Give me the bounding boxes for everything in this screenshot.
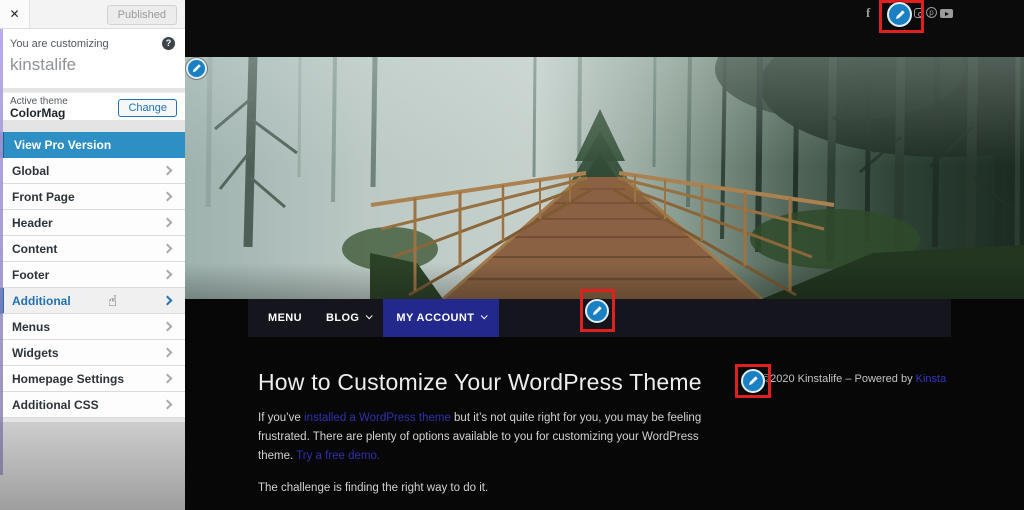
wordpress-customizer-screen: ✕ Published You are customizing ? kinsta… [0, 0, 1024, 510]
change-theme-button[interactable]: Change [118, 98, 177, 117]
chevron-right-icon [162, 165, 173, 176]
nav-item-label: MENU [268, 312, 302, 324]
help-icon[interactable]: ? [162, 37, 175, 50]
nav-item-my-account[interactable]: MY ACCOUNT [383, 299, 500, 337]
sidebar-item-content[interactable]: Content [0, 236, 185, 262]
youtube-icon[interactable] [940, 9, 953, 18]
chevron-right-icon [162, 347, 173, 358]
site-preview: f p MENU BLOG MY ACCOUNT How to Customiz… [185, 0, 1024, 510]
chevron-right-icon [162, 373, 173, 384]
chevron-right-icon [162, 321, 173, 332]
nav-item-menu[interactable]: MENU [256, 299, 314, 337]
hand-cursor-icon: ☝ [108, 292, 118, 310]
paragraph-text: If you’ve [258, 412, 305, 424]
view-pro-version-banner[interactable]: View Pro Version [0, 132, 185, 158]
hero-image [185, 57, 1024, 299]
footer-credit: ©2020 Kinstalife – Powered by Kinsta [762, 373, 946, 385]
nav-item-blog[interactable]: BLOG [314, 299, 383, 337]
sidebar-item-label: Content [12, 241, 58, 256]
edit-pencil-icon[interactable] [887, 2, 912, 27]
footer-text: ©2020 Kinstalife – Powered by [762, 373, 916, 385]
inline-link[interactable]: Try a free demo. [296, 450, 380, 462]
chevron-right-icon [162, 217, 173, 228]
active-theme-label: Active theme [10, 95, 68, 107]
sidebar-item-additional-css[interactable]: Additional CSS [0, 392, 185, 418]
facebook-icon[interactable]: f [866, 5, 870, 21]
inline-link[interactable]: installed a WordPress theme [304, 412, 451, 424]
article-paragraph: The challenge is finding the right way t… [258, 479, 732, 498]
sidebar-item-footer[interactable]: Footer [0, 262, 185, 288]
chevron-right-icon [162, 243, 173, 254]
sidebar-item-additional[interactable]: Additional [0, 288, 185, 314]
edit-pencil-icon[interactable] [186, 58, 207, 79]
sidebar-item-homepage-settings[interactable]: Homepage Settings [0, 366, 185, 392]
paragraph-text: The challenge is finding the right way t… [258, 482, 489, 494]
sidebar-item-front-page[interactable]: Front Page [0, 184, 185, 210]
sidebar-item-label: Front Page [12, 189, 75, 204]
sidebar-item-label: Homepage Settings [12, 371, 125, 386]
footer-link[interactable]: Kinsta [916, 373, 947, 385]
edit-pencil-icon[interactable] [585, 299, 609, 323]
sidebar-item-label: Global [12, 163, 50, 178]
article-paragraph: If you’ve installed a WordPress theme bu… [258, 409, 732, 466]
active-theme-name: ColorMag [10, 105, 66, 120]
edit-pencil-icon[interactable] [741, 369, 765, 393]
sidebar-item-header[interactable]: Header [0, 210, 185, 236]
article-body: If you’ve installed a WordPress theme bu… [248, 409, 951, 510]
site-title: kinstalife [10, 55, 77, 74]
nav-item-label: MY ACCOUNT [396, 312, 475, 324]
sidebar-item-global[interactable]: Global [0, 158, 185, 184]
sidebar-item-label: Additional [12, 293, 71, 308]
divider [0, 120, 185, 132]
publish-button[interactable]: Published [106, 5, 177, 25]
chevron-right-icon [162, 269, 173, 280]
customizing-label: You are customizing [10, 37, 109, 50]
sidebar-item-label: Widgets [12, 345, 59, 360]
sidebar-bottom-area [0, 422, 185, 510]
chevron-right-icon [162, 295, 173, 306]
sidebar-item-label: Header [12, 215, 53, 230]
pinterest-icon[interactable]: p [926, 7, 937, 18]
active-theme-panel: Active theme ColorMag Change [0, 92, 185, 120]
customizing-panel: You are customizing ? kinstalife [0, 29, 185, 88]
article: How to Customize Your WordPress Theme If… [248, 337, 951, 510]
chevron-right-icon [162, 399, 173, 410]
sidebar-left-edge [0, 29, 3, 475]
close-icon[interactable]: ✕ [0, 0, 30, 28]
sidebar-item-label: Footer [12, 267, 50, 282]
chevron-right-icon [162, 191, 173, 202]
chevron-down-icon [481, 312, 489, 320]
customizer-menu: Global Front Page Header Content Footer Addit… [0, 158, 185, 418]
sidebar-item-label: Menus [12, 319, 51, 334]
sidebar-item-label: Additional CSS [12, 397, 99, 412]
nav-item-label: BLOG [326, 312, 360, 324]
chevron-down-icon [366, 312, 374, 320]
customizer-topbar: ✕ Published [0, 0, 185, 29]
customizer-sidebar: ✕ Published You are customizing ? kinsta… [0, 0, 185, 510]
sidebar-item-widgets[interactable]: Widgets [0, 340, 185, 366]
sidebar-item-menus[interactable]: Menus [0, 314, 185, 340]
